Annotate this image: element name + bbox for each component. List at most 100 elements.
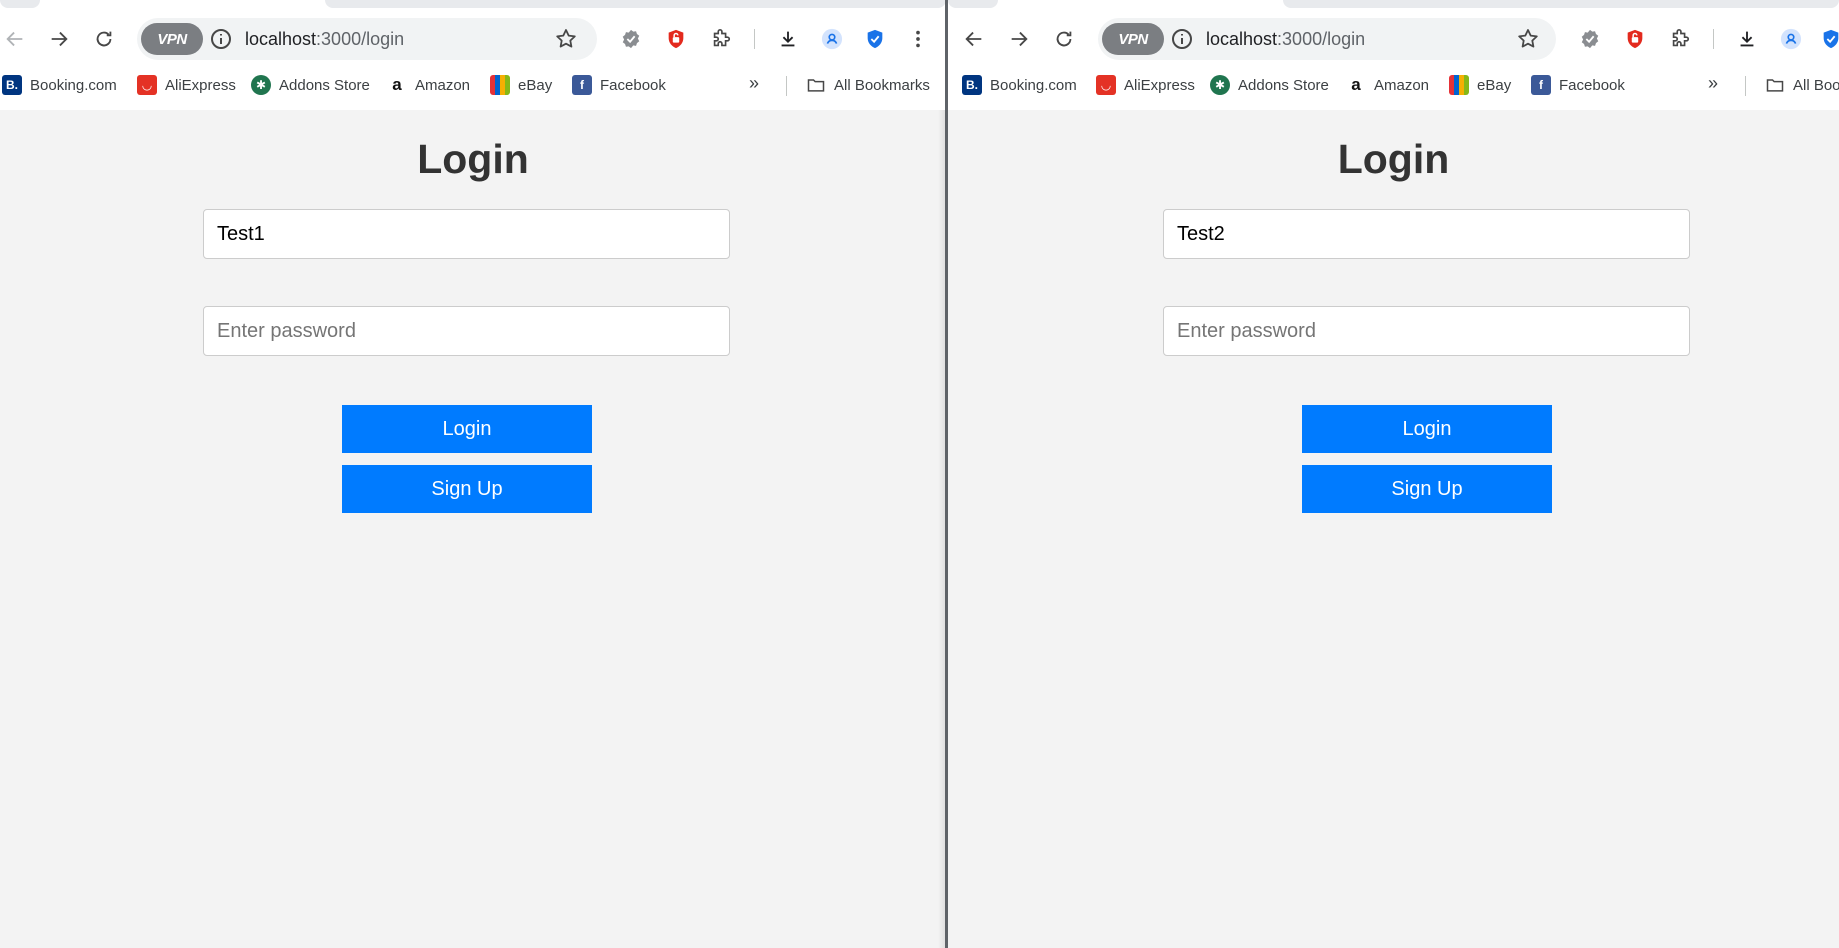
- login-button[interactable]: Login: [1302, 405, 1552, 453]
- vpn-label: VPN: [157, 30, 187, 48]
- login-button[interactable]: Login: [342, 405, 592, 453]
- password-input[interactable]: [1163, 306, 1690, 356]
- url-path: :3000/login: [1277, 29, 1366, 49]
- url-host: localhost: [245, 29, 317, 49]
- booking-icon: B.: [2, 75, 22, 95]
- bookmark-label: Booking.com: [30, 76, 117, 94]
- tab[interactable]: [325, 0, 946, 8]
- tab[interactable]: [1283, 0, 1839, 8]
- adblock-shield-icon[interactable]: [1621, 25, 1649, 53]
- back-arrow-icon[interactable]: [1, 25, 29, 53]
- login-page: Login Login Sign Up: [948, 110, 1839, 948]
- tab-strip: [948, 0, 1839, 8]
- ebay-icon: [1449, 75, 1469, 95]
- url-text[interactable]: localhost:3000/login: [1206, 29, 1365, 50]
- page-title: Login: [1337, 136, 1450, 182]
- username-input[interactable]: [203, 209, 730, 259]
- all-bookmarks-button[interactable]: All Bookmarks: [806, 70, 930, 100]
- profile-avatar-icon[interactable]: [818, 25, 846, 53]
- all-bookmarks-label: All Boo: [1793, 76, 1839, 94]
- forward-arrow-icon[interactable]: [1005, 25, 1033, 53]
- tab[interactable]: [948, 0, 998, 8]
- bookmark-facebook[interactable]: f Facebook: [572, 70, 666, 100]
- profile-avatar-icon[interactable]: [1777, 25, 1805, 53]
- adblock-shield-icon[interactable]: [662, 25, 690, 53]
- vpn-label: VPN: [1118, 30, 1148, 48]
- tab[interactable]: [0, 0, 40, 8]
- extensions-puzzle-icon[interactable]: [1666, 25, 1694, 53]
- bookmarks-overflow-chevron-icon[interactable]: »: [749, 73, 759, 94]
- kebab-menu-icon[interactable]: [904, 25, 932, 53]
- bookmark-addons-store[interactable]: ✱ Addons Store: [1210, 70, 1329, 100]
- facebook-icon: f: [1531, 75, 1551, 95]
- url-text[interactable]: localhost:3000/login: [245, 29, 404, 50]
- folder-icon: [1766, 79, 1784, 92]
- bookmark-ebay[interactable]: eBay: [490, 70, 552, 100]
- toolbar-separator: [1713, 29, 1714, 49]
- page-title: Login: [417, 136, 529, 182]
- security-shield-icon[interactable]: [861, 25, 889, 53]
- folder-icon: [807, 79, 825, 92]
- verified-badge-icon[interactable]: [617, 25, 645, 53]
- vpn-badge-icon[interactable]: VPN: [141, 23, 203, 55]
- amazon-icon: a: [1346, 75, 1366, 95]
- bookmark-label: AliExpress: [1124, 76, 1195, 94]
- bookmark-facebook[interactable]: f Facebook: [1531, 70, 1625, 100]
- url-host: localhost: [1206, 29, 1278, 49]
- browser-toolbar: VPN localhost:3000/login: [0, 8, 946, 70]
- url-path: :3000/login: [316, 29, 405, 49]
- password-input[interactable]: [203, 306, 730, 356]
- bookmarks-overflow-chevron-icon[interactable]: »: [1708, 73, 1718, 94]
- aliexpress-icon: ◡: [1096, 75, 1116, 95]
- download-icon[interactable]: [1733, 25, 1761, 53]
- info-icon[interactable]: [209, 27, 233, 51]
- window-divider-shadow: [938, 110, 945, 948]
- sign-up-button[interactable]: Sign Up: [1302, 465, 1552, 513]
- bookmark-amazon[interactable]: a Amazon: [387, 70, 470, 100]
- address-bar[interactable]: VPN localhost:3000/login: [1098, 18, 1556, 60]
- bookmark-label: eBay: [1477, 76, 1512, 94]
- reload-icon[interactable]: [1050, 25, 1078, 53]
- bookmark-addons-store[interactable]: ✱ Addons Store: [251, 70, 370, 100]
- username-input[interactable]: [1163, 209, 1690, 259]
- bookmark-amazon[interactable]: a Amazon: [1346, 70, 1429, 100]
- bookmark-aliexpress[interactable]: ◡ AliExpress: [137, 70, 236, 100]
- sign-up-button[interactable]: Sign Up: [342, 465, 592, 513]
- addons-store-icon: ✱: [1210, 75, 1230, 95]
- bookmark-label: Facebook: [600, 76, 666, 94]
- download-icon[interactable]: [774, 25, 802, 53]
- bookmark-star-icon[interactable]: [554, 27, 578, 51]
- bookmark-star-icon[interactable]: [1516, 27, 1540, 51]
- booking-icon: B.: [962, 75, 982, 95]
- browser-window-left: VPN localhost:3000/login B. Booking.com …: [0, 0, 946, 948]
- forward-arrow-icon[interactable]: [45, 25, 73, 53]
- reload-icon[interactable]: [90, 25, 118, 53]
- addons-store-icon: ✱: [251, 75, 271, 95]
- bookmark-booking[interactable]: B. Booking.com: [2, 70, 117, 100]
- bookmarks-bar: B. Booking.com ◡ AliExpress ✱ Addons Store …: [948, 70, 1839, 110]
- bookmark-aliexpress[interactable]: ◡ AliExpress: [1096, 70, 1195, 100]
- bookmark-ebay[interactable]: eBay: [1449, 70, 1511, 100]
- bookmark-label: Facebook: [1559, 76, 1625, 94]
- bookmarks-separator: [1745, 76, 1746, 96]
- back-arrow-icon[interactable]: [960, 25, 988, 53]
- vpn-badge-icon[interactable]: VPN: [1102, 23, 1164, 55]
- bookmark-label: Amazon: [415, 76, 471, 94]
- bookmark-booking[interactable]: B. Booking.com: [962, 70, 1077, 100]
- verified-badge-icon[interactable]: [1576, 25, 1604, 53]
- bookmarks-separator: [786, 76, 787, 96]
- info-icon[interactable]: [1170, 27, 1194, 51]
- address-bar[interactable]: VPN localhost:3000/login: [137, 18, 597, 60]
- facebook-icon: f: [572, 75, 592, 95]
- tab-strip: [0, 0, 946, 8]
- bookmark-label: eBay: [518, 76, 553, 94]
- aliexpress-icon: ◡: [137, 75, 157, 95]
- all-bookmarks-button[interactable]: All Boo: [1765, 70, 1839, 100]
- bookmark-label: Addons Store: [279, 76, 370, 94]
- bookmark-label: Booking.com: [990, 76, 1077, 94]
- bookmark-label: Addons Store: [1238, 76, 1329, 94]
- security-shield-icon[interactable]: [1817, 25, 1839, 53]
- bookmark-label: Amazon: [1374, 76, 1430, 94]
- extensions-puzzle-icon[interactable]: [707, 25, 735, 53]
- bookmark-label: AliExpress: [165, 76, 236, 94]
